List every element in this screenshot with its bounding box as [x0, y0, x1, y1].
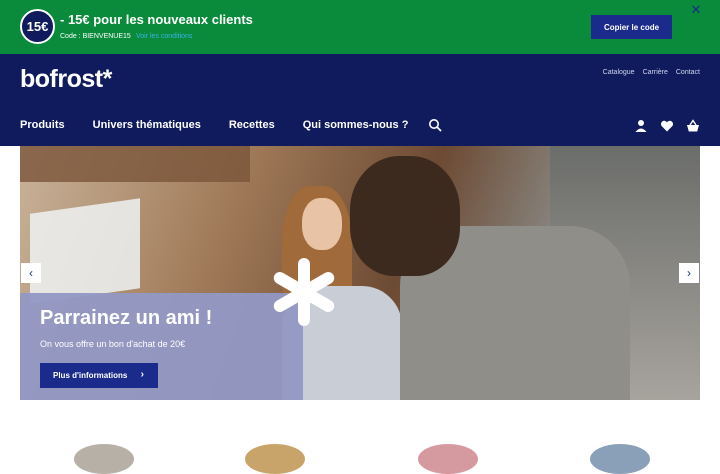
asterisk-icon: [273, 258, 335, 326]
nav-qui-sommes-nous[interactable]: Qui sommes-nous ?: [303, 119, 409, 131]
hero-window: [30, 198, 140, 304]
category-thumbnail[interactable]: [245, 444, 305, 474]
hero-panel: Parrainez un ami ! On vous offre un bon …: [20, 293, 303, 400]
hero-subtitle: On vous offre un bon d'achat de 20€: [40, 339, 186, 349]
category-thumbnail[interactable]: [418, 444, 478, 474]
basket-icon[interactable]: [686, 119, 700, 133]
hero-man-head: [350, 156, 460, 276]
hero-woman-face: [302, 198, 342, 250]
more-info-button[interactable]: Plus d'informations ›: [40, 363, 158, 388]
category-thumbnail[interactable]: [74, 444, 134, 474]
hero-beam: [20, 146, 250, 182]
top-link-contact[interactable]: Contact: [676, 69, 700, 76]
search-icon[interactable]: [428, 118, 442, 132]
carousel-prev-button[interactable]: ‹: [21, 263, 41, 283]
bofrost-logo[interactable]: bofrost*: [20, 65, 112, 94]
nav-univers-thematiques[interactable]: Univers thématiques: [93, 119, 201, 131]
nav-produits[interactable]: Produits: [20, 119, 65, 131]
header-actions: [634, 119, 700, 133]
top-links: Catalogue Carrière Contact: [603, 69, 700, 76]
nav-recettes[interactable]: Recettes: [229, 119, 275, 131]
close-icon[interactable]: ✕: [689, 3, 703, 17]
user-icon[interactable]: [634, 119, 648, 133]
site-header: bofrost* Catalogue Carrière Contact Prod…: [0, 54, 720, 146]
discount-badge: 15€: [20, 9, 55, 44]
hero-title: Parrainez un ami !: [40, 307, 213, 329]
chevron-right-icon: ›: [140, 369, 144, 380]
promo-headline: - 15€ pour les nouveaux clients: [60, 12, 253, 27]
promo-code: Code : BIENVENUE15: [60, 33, 131, 40]
top-link-catalogue[interactable]: Catalogue: [603, 69, 635, 76]
main-nav: Produits Univers thématiques Recettes Qu…: [20, 119, 436, 131]
more-info-label: Plus d'informations: [53, 371, 128, 380]
carousel-next-button[interactable]: ›: [679, 263, 699, 283]
copy-code-button[interactable]: Copier le code: [591, 15, 672, 39]
heart-icon[interactable]: [660, 119, 674, 133]
promo-banner: 15€ - 15€ pour les nouveaux clients Code…: [0, 0, 720, 54]
category-thumbnail[interactable]: [590, 444, 650, 474]
conditions-link[interactable]: Voir les conditions: [136, 33, 192, 40]
top-link-carriere[interactable]: Carrière: [643, 69, 668, 76]
